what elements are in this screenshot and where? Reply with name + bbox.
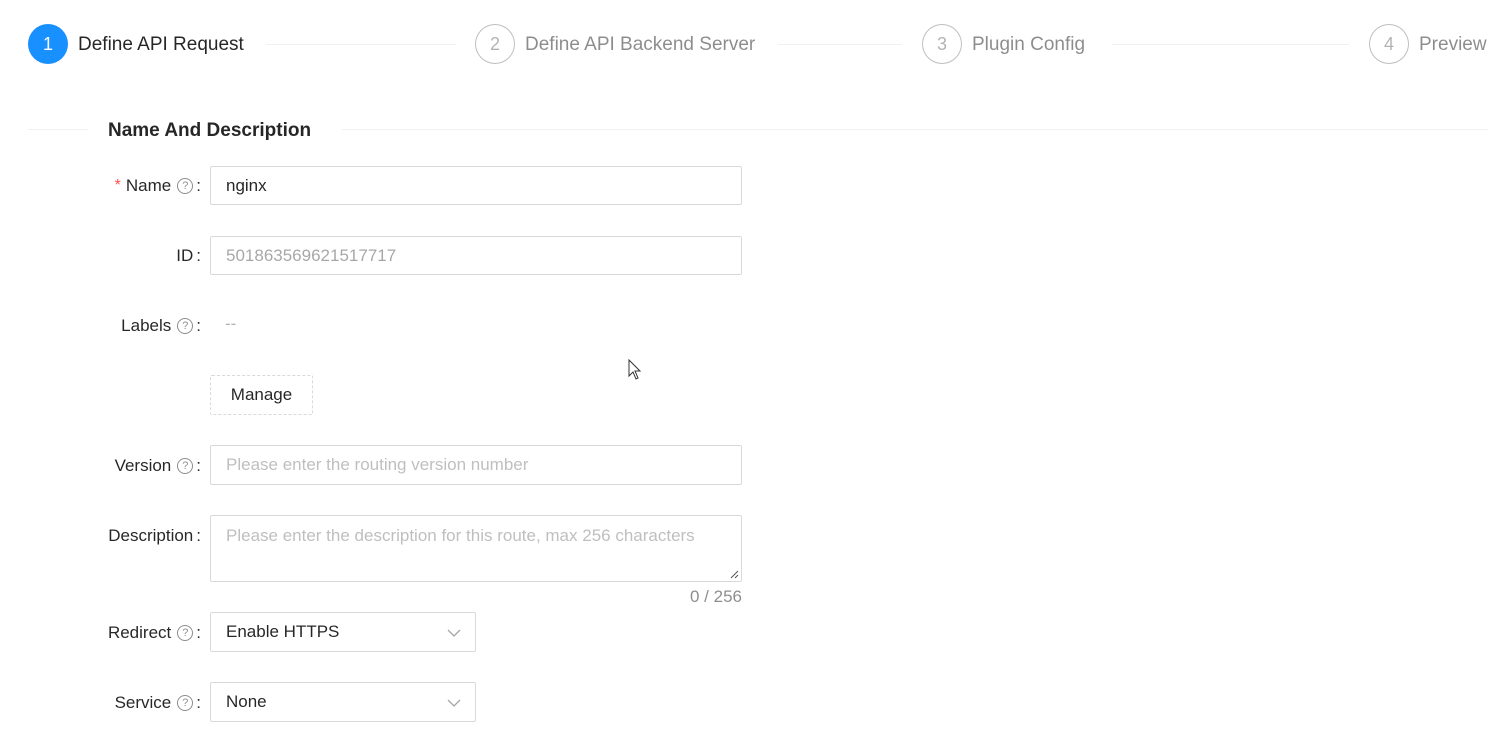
- resize-grip-icon[interactable]: [729, 569, 739, 579]
- divider-left: [28, 129, 88, 130]
- step-2-icon[interactable]: 2: [475, 24, 515, 64]
- step-4-icon[interactable]: 4: [1369, 24, 1409, 64]
- redirect-select[interactable]: Enable HTTPS: [210, 612, 476, 652]
- description-textarea[interactable]: Please enter the description for this ro…: [210, 515, 742, 582]
- id-input[interactable]: 501863569621517717: [210, 236, 742, 275]
- step-3-icon[interactable]: 3: [922, 24, 962, 64]
- section-title: Name And Description: [108, 120, 312, 141]
- labels-label: Labels ? :: [121, 316, 201, 335]
- step-2-title[interactable]: Define API Backend Server: [525, 32, 755, 58]
- step-1-title[interactable]: Define API Request: [78, 32, 244, 58]
- name-input[interactable]: nginx: [210, 166, 742, 205]
- service-label: Service ? :: [114, 693, 201, 712]
- step-1-icon[interactable]: 1: [28, 24, 68, 64]
- description-char-counter: 0 / 256: [690, 587, 742, 606]
- manage-labels-button[interactable]: Manage: [210, 375, 313, 415]
- question-circle-icon[interactable]: ?: [177, 695, 194, 711]
- redirect-label: Redirect ? :: [107, 623, 201, 642]
- step-3-title[interactable]: Plugin Config: [972, 32, 1085, 58]
- question-circle-icon[interactable]: ?: [177, 625, 194, 641]
- description-label: Description :: [108, 526, 201, 545]
- divider-right: [342, 129, 1488, 130]
- question-circle-icon[interactable]: ?: [177, 458, 194, 474]
- id-label: ID :: [176, 246, 201, 265]
- name-label: * Name ? :: [115, 174, 201, 198]
- mouse-cursor-icon: [628, 359, 642, 380]
- step-connector: [778, 44, 902, 45]
- step-connector: [1112, 44, 1349, 45]
- question-circle-icon[interactable]: ?: [177, 178, 194, 194]
- version-input[interactable]: Please enter the routing version number: [210, 445, 742, 485]
- service-select[interactable]: None: [210, 682, 476, 722]
- chevron-down-icon: [447, 629, 461, 637]
- chevron-down-icon: [447, 699, 461, 707]
- required-mark: *: [114, 177, 121, 194]
- question-circle-icon[interactable]: ?: [177, 318, 194, 334]
- step-connector: [266, 44, 456, 45]
- version-label: Version ? :: [114, 456, 201, 475]
- labels-empty-value: --: [225, 314, 237, 333]
- step-4-title[interactable]: Preview: [1419, 32, 1487, 58]
